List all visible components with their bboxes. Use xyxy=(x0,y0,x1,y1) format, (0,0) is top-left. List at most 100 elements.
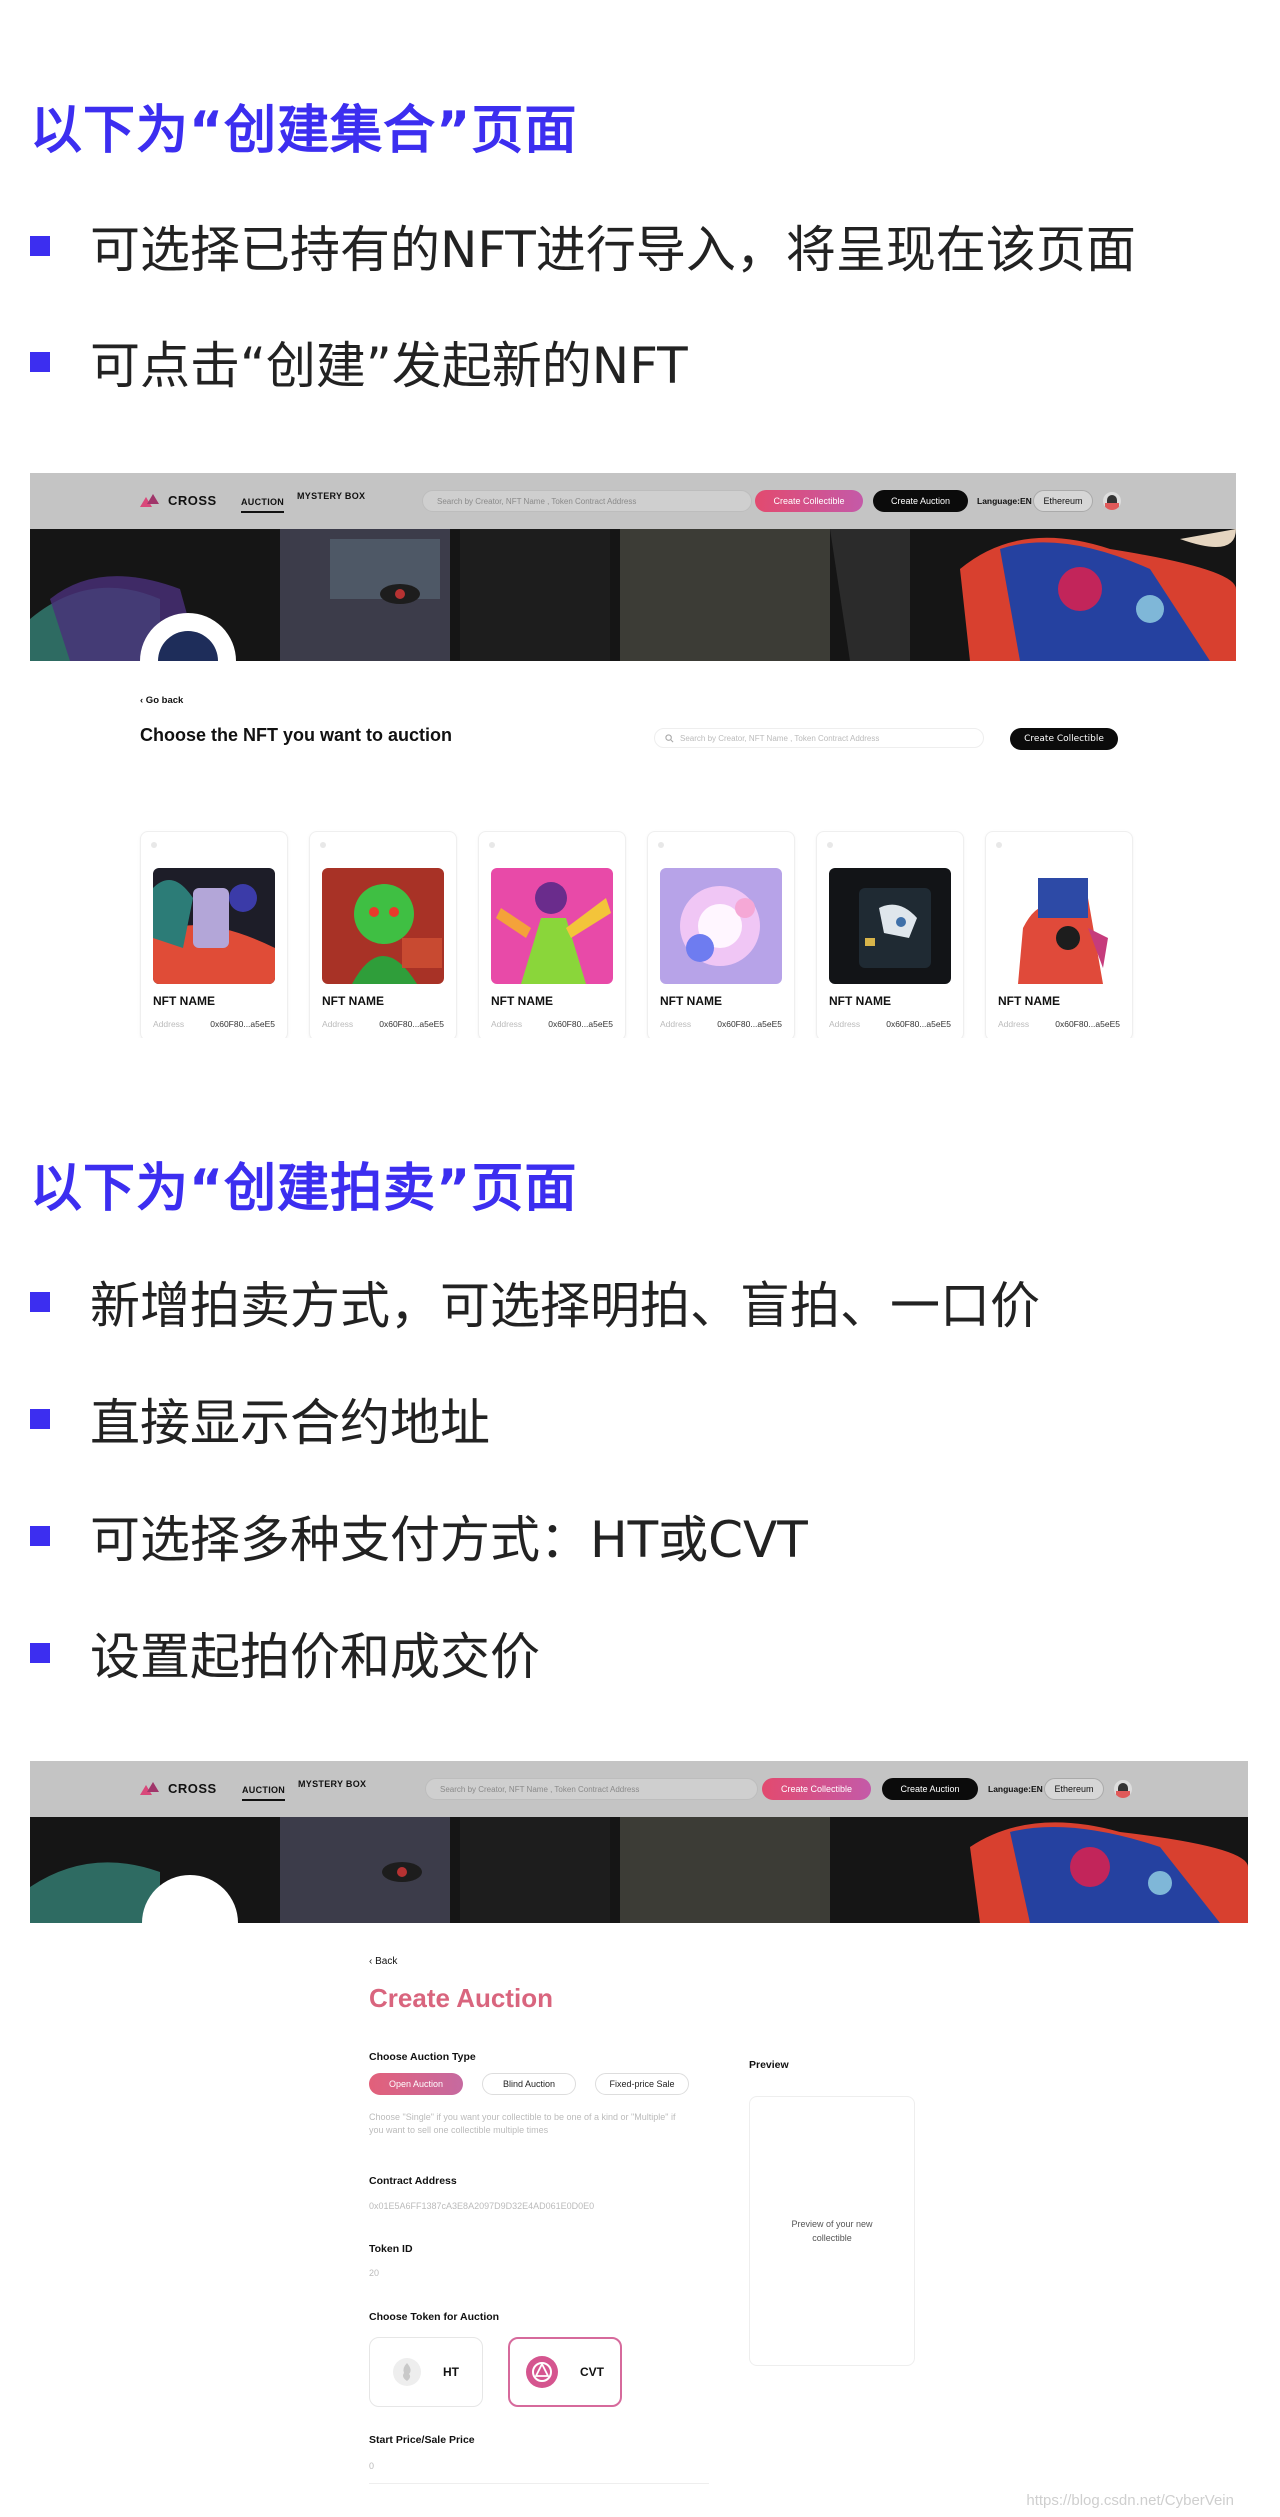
address-label: Address xyxy=(829,1019,861,1029)
banner-artwork-image xyxy=(30,529,1236,661)
brand-name: CROSS xyxy=(168,1781,217,1796)
card-select-dot[interactable] xyxy=(996,842,1002,848)
brand-name: CROSS xyxy=(168,493,217,508)
card-select-dot[interactable] xyxy=(658,842,664,848)
address-value: 0x60F80...a5eE5 xyxy=(548,1019,613,1029)
address-label: Address xyxy=(998,1019,1030,1029)
card-select-dot[interactable] xyxy=(320,842,326,848)
nav-auction-link[interactable]: AUCTION xyxy=(241,497,285,513)
page-title: Create Auction xyxy=(369,1983,553,2013)
nft-artwork-image xyxy=(491,868,613,984)
top-navbar: CROSS AUCTION MYSTERY BOX Search by Crea… xyxy=(30,1761,1248,1817)
token-id-value: 20 xyxy=(369,2268,380,2278)
blind-auction-option[interactable]: Blind Auction xyxy=(482,2073,576,2095)
bullet-square-icon xyxy=(30,1409,50,1429)
token-option-cvt[interactable]: CVT xyxy=(508,2337,622,2407)
nft-card[interactable]: NFT NAME Address 0x60F80...a5eE5 xyxy=(647,831,795,1038)
nft-search-input[interactable]: Search by Creator, NFT Name , Token Cont… xyxy=(654,728,984,748)
address-label: Address xyxy=(491,1019,523,1029)
nft-artwork-image xyxy=(153,868,275,984)
section2-bullet-2: 直接显示合约地址 xyxy=(30,1383,490,1455)
go-back-link[interactable]: ‹ Go back xyxy=(140,695,183,706)
card-select-dot[interactable] xyxy=(151,842,157,848)
user-avatar[interactable] xyxy=(1114,1780,1132,1798)
address-value: 0x60F80...a5eE5 xyxy=(379,1019,444,1029)
cross-logo-icon xyxy=(140,493,159,508)
bullet-square-icon xyxy=(30,1292,50,1312)
address-value: 0x60F80...a5eE5 xyxy=(1055,1019,1120,1029)
bullet-square-icon xyxy=(30,352,50,372)
section1-heading: 以下为“创建集合”页面 xyxy=(30,101,578,161)
preview-box: Preview of your new collectible xyxy=(749,2096,915,2366)
user-avatar[interactable] xyxy=(1103,492,1121,510)
fixed-price-sale-option[interactable]: Fixed-price Sale xyxy=(595,2073,689,2095)
bullet-square-icon xyxy=(30,1526,50,1546)
bullet-text: 可选择已持有的NFT进行导入，将呈现在该页面 xyxy=(90,221,1136,279)
language-selector[interactable]: Language:EN xyxy=(988,1784,1043,1794)
section2-bullet-4: 设置起拍价和成交价 xyxy=(30,1617,540,1689)
contract-address-label: Contract Address xyxy=(369,2175,457,2187)
language-selector[interactable]: Language:EN xyxy=(977,496,1032,506)
nft-artwork-image xyxy=(322,868,444,984)
nft-artwork-image xyxy=(660,868,782,984)
page-title: Choose the NFT you want to auction xyxy=(140,725,452,745)
nav-auction-link[interactable]: AUCTION xyxy=(242,1785,286,1801)
open-auction-option[interactable]: Open Auction xyxy=(369,2073,463,2095)
watermark: https://blog.csdn.net/CyberVein xyxy=(1026,2492,1234,2509)
nft-card[interactable]: NFT NAME Address 0x60F80...a5eE5 xyxy=(478,831,626,1038)
create-collectible-button-2[interactable]: Create Collectible xyxy=(1010,728,1118,750)
nav-search-input[interactable]: Search by Creator, NFT Name , Token Cont… xyxy=(425,1778,758,1800)
section2-heading: 以下为“创建拍卖”页面 xyxy=(30,1159,578,1219)
start-price-label: Start Price/Sale Price xyxy=(369,2434,475,2446)
contract-address-value: 0x01E5A6FF1387cA3E8A2097D9D32E4AD061E0D0… xyxy=(369,2201,595,2211)
section2-bullet-1: 新增拍卖方式，可选择明拍、盲拍、一口价 xyxy=(30,1266,1040,1338)
create-auction-button[interactable]: Create Auction xyxy=(882,1778,978,1800)
bullet-text: 可选择多种支付方式：HT或CVT xyxy=(90,1511,808,1569)
network-selector[interactable]: Ethereum xyxy=(1033,490,1093,512)
search-icon xyxy=(665,733,674,742)
address-label: Address xyxy=(322,1019,354,1029)
address-value: 0x60F80...a5eE5 xyxy=(717,1019,782,1029)
nft-artwork-image xyxy=(998,868,1120,984)
bullet-text: 可点击“创建”发起新的NFT xyxy=(90,337,688,395)
start-price-input[interactable]: 0 xyxy=(369,2461,374,2471)
section1-bullet-1: 可选择已持有的NFT进行导入，将呈现在该页面 xyxy=(30,210,1136,282)
top-navbar: CROSS AUCTION MYSTERY BOX Search by Crea… xyxy=(30,473,1236,529)
ht-token-icon xyxy=(393,2358,421,2386)
address-value: 0x60F80...a5eE5 xyxy=(886,1019,951,1029)
collection-page-screenshot: CROSS AUCTION MYSTERY BOX Search by Crea… xyxy=(30,473,1236,1038)
card-select-dot[interactable] xyxy=(827,842,833,848)
brand-logo[interactable]: CROSS xyxy=(140,493,217,508)
nft-card[interactable]: NFT NAME Address 0x60F80...a5eE5 xyxy=(309,831,457,1038)
nav-search-input[interactable]: Search by Creator, NFT Name , Token Cont… xyxy=(422,490,752,512)
hero-banner xyxy=(30,1817,1248,1923)
nft-card[interactable]: NFT NAME Address 0x60F80...a5eE5 xyxy=(140,831,288,1038)
start-price-underline xyxy=(369,2483,709,2484)
token-option-ht[interactable]: HT xyxy=(369,2337,483,2407)
token-id-label: Token ID xyxy=(369,2243,413,2255)
create-collectible-button[interactable]: Create Collectible xyxy=(762,1778,871,1800)
nft-card[interactable]: NFT NAME Address 0x60F80...a5eE5 xyxy=(816,831,964,1038)
brand-logo[interactable]: CROSS xyxy=(140,1781,217,1796)
section1-bullet-2: 可点击“创建”发起新的NFT xyxy=(30,326,688,398)
auction-type-label: Choose Auction Type xyxy=(369,2051,476,2063)
bullet-square-icon xyxy=(30,236,50,256)
create-auction-button[interactable]: Create Auction xyxy=(873,490,968,512)
create-collectible-button[interactable]: Create Collectible xyxy=(755,490,863,512)
auction-type-hint: Choose "Single" if you want your collect… xyxy=(369,2112,676,2136)
section2-bullet-3: 可选择多种支付方式：HT或CVT xyxy=(30,1500,808,1572)
nft-name: NFT NAME xyxy=(829,994,891,1008)
nft-card[interactable]: NFT NAME Address 0x60F80...a5eE5 xyxy=(985,831,1133,1038)
nav-mystery-box-link[interactable]: MYSTERY BOX xyxy=(297,491,365,501)
cvt-token-label: CVT xyxy=(580,2365,604,2379)
nav-mystery-box-link[interactable]: MYSTERY BOX xyxy=(298,1779,366,1789)
choose-token-label: Choose Token for Auction xyxy=(369,2311,500,2323)
card-select-dot[interactable] xyxy=(489,842,495,848)
network-selector[interactable]: Ethereum xyxy=(1044,1778,1104,1800)
cross-logo-icon xyxy=(140,1781,159,1796)
nft-artwork-image xyxy=(829,868,951,984)
bullet-text: 直接显示合约地址 xyxy=(90,1394,490,1452)
create-auction-screenshot: CROSS AUCTION MYSTERY BOX Search by Crea… xyxy=(30,1761,1248,2517)
preview-label: Preview xyxy=(749,2059,789,2071)
back-link[interactable]: ‹ Back xyxy=(369,1956,397,1967)
